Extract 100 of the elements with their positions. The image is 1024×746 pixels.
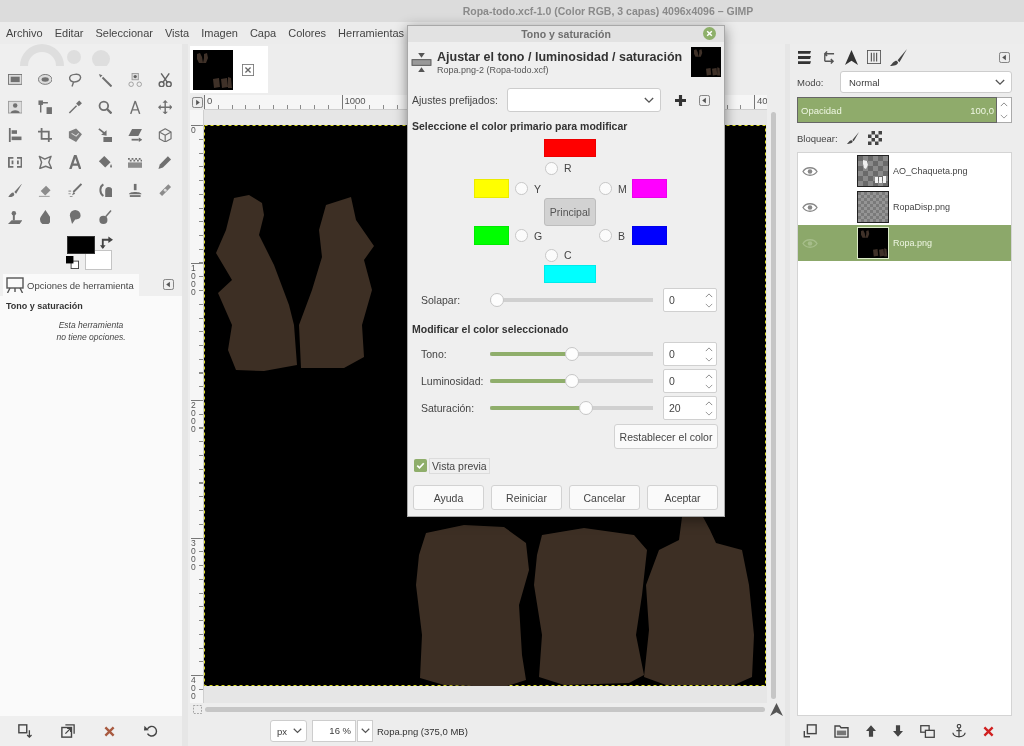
eye-icon[interactable] xyxy=(802,201,818,213)
brush-icon[interactable] xyxy=(846,132,859,144)
arrowhead-icon[interactable] xyxy=(845,49,858,65)
spin-up-icon[interactable] xyxy=(705,292,713,298)
box-arrow-icon[interactable] xyxy=(61,724,75,738)
dialog-button[interactable]: Ayuda xyxy=(413,485,484,510)
scissors-icon[interactable] xyxy=(157,72,173,87)
brush-icon[interactable] xyxy=(890,48,907,66)
color-swatch[interactable] xyxy=(632,226,667,245)
flip-icon[interactable] xyxy=(7,156,23,168)
checkerboard-icon[interactable] xyxy=(867,131,882,145)
drop-icon[interactable] xyxy=(39,210,51,225)
menu-item[interactable]: Archivo xyxy=(0,22,49,44)
scale-icon[interactable] xyxy=(97,127,113,142)
align-icon[interactable] xyxy=(7,127,23,142)
default-colors-icon[interactable] xyxy=(66,256,79,269)
color-swatch[interactable] xyxy=(474,226,509,245)
letter-a-icon[interactable] xyxy=(68,155,82,170)
radio-button[interactable] xyxy=(545,161,558,175)
stamp-icon[interactable] xyxy=(127,182,143,197)
plus-icon[interactable] xyxy=(675,94,686,106)
image-tab[interactable] xyxy=(190,46,268,93)
color-swatch[interactable] xyxy=(632,179,667,198)
lasso-icon[interactable] xyxy=(67,72,83,87)
layers-stack-icon[interactable] xyxy=(797,50,812,64)
crop-icon[interactable] xyxy=(37,127,53,142)
delete-icon[interactable] xyxy=(104,725,115,737)
spin-up-icon[interactable] xyxy=(705,400,713,406)
bandage-icon[interactable] xyxy=(157,182,173,197)
path-nodes-icon[interactable] xyxy=(37,100,53,115)
cage-icon[interactable] xyxy=(37,155,53,170)
eye-icon[interactable] xyxy=(802,165,818,177)
cube-icon[interactable] xyxy=(157,127,173,142)
person-icon[interactable] xyxy=(7,100,23,115)
spin-up-icon[interactable] xyxy=(705,373,713,379)
panel-menu-icon[interactable] xyxy=(163,278,174,290)
new-layer-icon[interactable] xyxy=(803,724,817,738)
gradient-icon[interactable] xyxy=(127,156,143,168)
spin-down-icon[interactable] xyxy=(705,410,713,416)
folder-icon[interactable] xyxy=(834,724,849,738)
anchor-icon[interactable] xyxy=(952,724,966,738)
horizontal-scrollbar[interactable] xyxy=(205,707,765,712)
arrow-up-icon[interactable] xyxy=(866,725,876,737)
foreground-color-swatch[interactable] xyxy=(67,236,95,254)
panel-menu-icon[interactable] xyxy=(699,94,710,106)
spin-down-icon[interactable] xyxy=(705,356,713,362)
close-box-icon[interactable] xyxy=(242,63,254,76)
play-box-icon[interactable] xyxy=(191,97,203,108)
number-field[interactable]: 0 xyxy=(663,288,717,312)
radio-button[interactable] xyxy=(545,248,558,262)
spin-up-icon[interactable] xyxy=(705,346,713,352)
menu-item[interactable]: Herramientas xyxy=(332,22,411,44)
number-field[interactable]: 0 xyxy=(663,369,717,393)
radio-button[interactable] xyxy=(599,229,612,242)
wand-icon[interactable] xyxy=(97,72,113,87)
columns-icon[interactable] xyxy=(867,50,881,64)
zoom-field[interactable]: 16 % xyxy=(312,720,356,742)
compass-icon[interactable] xyxy=(127,100,143,115)
color-swatch[interactable] xyxy=(544,265,596,283)
ellipse-icon[interactable] xyxy=(37,74,53,86)
paintbrush-icon[interactable] xyxy=(7,182,23,197)
color-swatch[interactable] xyxy=(474,179,509,198)
slider-thumb[interactable] xyxy=(564,374,579,388)
bent-arrows-icon[interactable] xyxy=(821,50,836,64)
dots-icon[interactable] xyxy=(127,72,143,87)
spin-down-icon[interactable] xyxy=(705,383,713,389)
pencil-icon[interactable] xyxy=(157,155,173,170)
arrow-down-icon[interactable] xyxy=(893,725,903,737)
menu-item[interactable]: Editar xyxy=(48,22,90,44)
slider-thumb[interactable] xyxy=(579,401,594,415)
checkbox[interactable] xyxy=(414,459,427,472)
dialog-button[interactable]: Aceptar xyxy=(647,485,718,510)
number-field[interactable]: 0 xyxy=(663,342,717,366)
delete-icon[interactable] xyxy=(983,725,994,737)
bucket-icon[interactable] xyxy=(97,155,113,170)
dialog-button[interactable]: Reiniciar xyxy=(491,485,562,510)
menu-item[interactable]: Vista xyxy=(158,22,196,44)
radio-button[interactable] xyxy=(515,229,528,242)
spin-down-icon[interactable] xyxy=(705,302,713,308)
shear-icon[interactable] xyxy=(127,127,143,142)
menu-item[interactable]: Imagen xyxy=(195,22,244,44)
menu-item[interactable]: Capa xyxy=(243,22,283,44)
smudge-icon[interactable] xyxy=(67,210,83,225)
menu-item[interactable]: Seleccionar xyxy=(89,22,159,44)
slider-thumb[interactable] xyxy=(490,293,504,307)
zoom-icon[interactable] xyxy=(97,100,113,115)
swap-arrows-icon[interactable] xyxy=(100,236,113,249)
spin-up-icon[interactable] xyxy=(1000,101,1008,107)
radio-button[interactable] xyxy=(599,182,612,195)
background-color-swatch[interactable] xyxy=(85,250,112,270)
dock-tab[interactable]: Opciones de herramienta xyxy=(3,274,139,296)
number-field[interactable]: 20 xyxy=(663,396,717,420)
layer-row[interactable]: RopaDisp.png xyxy=(798,189,1011,225)
dodge-icon[interactable] xyxy=(97,210,113,225)
airbrush-icon[interactable] xyxy=(67,182,83,197)
radio-button[interactable] xyxy=(515,182,528,195)
spin-down-icon[interactable] xyxy=(1000,113,1008,119)
menu-item[interactable]: Colores xyxy=(282,22,333,44)
unit-dropdown[interactable]: px xyxy=(270,720,307,742)
circular-arrow-icon[interactable] xyxy=(144,724,158,738)
